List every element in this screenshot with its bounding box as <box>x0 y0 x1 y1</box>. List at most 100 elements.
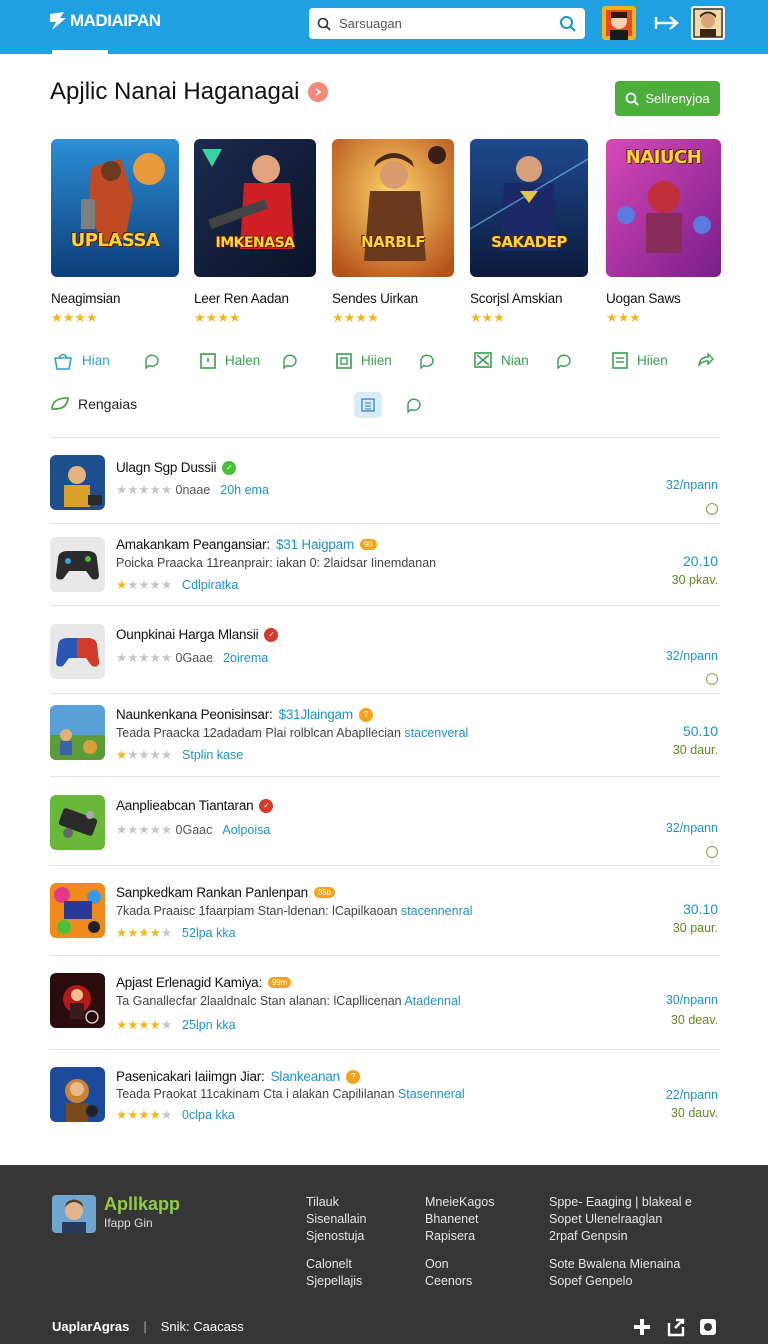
item-title[interactable]: Apjast Erlenagid Kamiya: 99m <box>116 975 291 990</box>
item-link[interactable]: Stplin kase <box>182 748 243 762</box>
list-item[interactable]: Sanpkedkam Rankan Panlenpan 35b 7kada Pr… <box>50 883 720 943</box>
app-icon[interactable] <box>50 883 105 938</box>
featured-cover[interactable]: IMKENASA <box>194 139 316 277</box>
divider <box>50 776 720 777</box>
footer-link[interactable]: Sjenostuja <box>306 1228 366 1245</box>
select-radio[interactable] <box>706 673 718 685</box>
list-item[interactable]: Amakankam Peangansiar: $31 Haigpam 90 Po… <box>50 537 720 597</box>
list-item[interactable]: Naunkenkana Peonisinsar: $31Jlaingam ? T… <box>50 705 720 767</box>
app-icon[interactable] <box>50 624 105 679</box>
list-item[interactable]: Ulagn Sgp Dussii ✓ ★★★★★ 0naae 20h ema 3… <box>50 455 720 517</box>
select-radio[interactable] <box>706 846 718 858</box>
footer-link[interactable]: Sopet Ulenelraaglan <box>549 1211 692 1228</box>
select-radio[interactable] <box>706 503 718 515</box>
share-box-icon[interactable] <box>666 1317 686 1337</box>
footer-link[interactable]: Bhanenet <box>425 1211 495 1228</box>
chat-icon[interactable] <box>281 352 299 370</box>
primary-action-button[interactable]: Sellrenyjoa <box>615 81 720 116</box>
item-link[interactable]: 2oirema <box>223 651 268 665</box>
app-icon[interactable] <box>50 705 105 760</box>
item-link[interactable]: 20h ema <box>220 483 269 497</box>
app-icon[interactable] <box>50 455 105 510</box>
featured-cover[interactable]: SAKADEP <box>470 139 588 277</box>
footer-copyright[interactable]: UaplarAgras <box>52 1319 129 1334</box>
item-title[interactable]: Ounpkinai Harga Mlansii ✓ <box>116 627 279 642</box>
footer-link[interactable]: Ceenors <box>425 1273 495 1290</box>
featured-card[interactable]: SAKADEP Scorjsl Amskian ★★★ <box>470 139 588 326</box>
footer-link[interactable]: Sopef Genpelo <box>549 1273 692 1290</box>
list-item[interactable]: Apjast Erlenagid Kamiya: 99m Ta Ganallec… <box>50 973 720 1035</box>
list-item[interactable]: Ounpkinai Harga Mlansii ✓ ★★★★★ 0Gaae 2o… <box>50 624 720 686</box>
item-link[interactable]: 25lpn kka <box>182 1018 236 1032</box>
chat-icon[interactable] <box>418 352 436 370</box>
chat-icon[interactable] <box>405 396 423 414</box>
item-link[interactable]: 52lpa kka <box>182 926 236 940</box>
footer-link[interactable]: Rapisera <box>425 1228 495 1245</box>
item-price: 22/npann 30 dauv. <box>665 1088 718 1120</box>
item-title[interactable]: Amakankam Peangansiar: $31 Haigpam 90 <box>116 537 377 552</box>
featured-action-button[interactable]: Hiien <box>611 350 668 370</box>
info-badge-icon[interactable] <box>307 82 328 102</box>
status-icon: ? <box>345 1069 360 1084</box>
plus-icon[interactable] <box>632 1317 652 1337</box>
chat-icon[interactable] <box>143 352 161 370</box>
featured-cover[interactable]: NARBLF <box>332 139 454 277</box>
item-price: 50.10 30 daur. <box>672 723 718 757</box>
footer-link[interactable]: 2rpaf Genpsin <box>549 1228 692 1245</box>
footer-link[interactable]: MneieKagos <box>425 1194 495 1211</box>
cover-title: UPLASSA <box>70 230 160 251</box>
featured-cover[interactable]: NAIUCH <box>606 139 721 277</box>
featured-action-button[interactable]: Halen <box>199 350 260 370</box>
top-bar: MADIAIPAN Sarsuagan <box>0 0 768 54</box>
featured-cover[interactable]: UPLASSA <box>51 139 179 277</box>
item-title[interactable]: Naunkenkana Peonisinsar: $31Jlaingam ? <box>116 707 373 722</box>
featured-name[interactable]: Uogan Saws <box>606 291 721 306</box>
footer-link[interactable]: Sote Bwalena Mienaina <box>549 1256 692 1273</box>
footer-link[interactable]: Calonelt <box>306 1256 366 1273</box>
featured-name[interactable]: Neagimsian <box>51 291 179 306</box>
app-icon[interactable] <box>50 795 105 850</box>
featured-name[interactable]: Leer Ren Aadan <box>194 291 316 306</box>
list-view-button[interactable] <box>354 392 382 418</box>
footer-link[interactable]: Sisenallain <box>306 1211 366 1228</box>
featured-card[interactable]: IMKENASA Leer Ren Aadan ★★★★ <box>194 139 316 326</box>
item-link[interactable]: Aolpoisa <box>222 823 270 837</box>
item-title[interactable]: Aanplieabcan Tiantaran ✓ <box>116 798 274 813</box>
item-rating: ★★★★★ Cdlpiratka <box>116 577 239 593</box>
featured-action-button[interactable]: Nian <box>473 350 529 370</box>
item-link[interactable]: Cdlpiratka <box>182 578 238 592</box>
transfer-arrow-icon[interactable] <box>652 11 682 35</box>
app-logo[interactable]: MADIAIPAN <box>48 10 161 32</box>
footer-link[interactable]: Tilauk <box>306 1194 366 1211</box>
app-icon[interactable] <box>50 1067 105 1122</box>
footer-link[interactable]: Sjepellajis <box>306 1273 366 1290</box>
footer-link[interactable]: Sppe- Eaaging | blakeal e <box>549 1194 692 1211</box>
share-icon[interactable] <box>696 352 714 370</box>
search-input[interactable]: Sarsuagan <box>339 16 559 31</box>
footer-site-link[interactable]: Snik: Caacass <box>161 1319 244 1334</box>
search-submit-icon[interactable] <box>559 15 577 33</box>
list-item[interactable]: Pasenicakari Iaiimgn Jiar: Slankeanan ? … <box>50 1067 720 1129</box>
featured-card[interactable]: UPLASSA Neagimsian ★★★★ <box>51 139 179 326</box>
footer-link[interactable]: Oon <box>425 1256 495 1273</box>
game-avatar-icon[interactable] <box>602 6 636 40</box>
featured-card[interactable]: NARBLF Sendes Uirkan ★★★★ <box>332 139 454 326</box>
item-title[interactable]: Sanpkedkam Rankan Panlenpan 35b <box>116 885 335 900</box>
item-link[interactable]: 0clpa kka <box>182 1108 235 1122</box>
featured-name[interactable]: Scorjsl Amskian <box>470 291 588 306</box>
search-box[interactable]: Sarsuagan <box>309 8 585 39</box>
featured-name[interactable]: Sendes Uirkan <box>332 291 454 306</box>
item-title[interactable]: Ulagn Sgp Dussii ✓ <box>116 460 237 475</box>
item-title[interactable]: Pasenicakari Iaiimgn Jiar: Slankeanan ? <box>116 1069 360 1084</box>
app-icon[interactable] <box>50 973 105 1028</box>
footer-brand[interactable]: Apllkapp <box>104 1194 180 1215</box>
list-item[interactable]: Aanplieabcan Tiantaran ✓ ★★★★★ 0Gaac Aol… <box>50 795 720 858</box>
app-icon[interactable] <box>50 537 105 592</box>
chat-icon[interactable] <box>555 352 573 370</box>
filter-row[interactable]: Rengaias <box>50 395 137 413</box>
camera-icon[interactable] <box>698 1317 718 1337</box>
user-avatar[interactable] <box>691 6 725 40</box>
featured-action-button[interactable]: Hiien <box>335 350 392 370</box>
featured-action-button[interactable]: Hian <box>52 350 110 370</box>
featured-card[interactable]: NAIUCH Uogan Saws ★★★ <box>606 139 721 326</box>
